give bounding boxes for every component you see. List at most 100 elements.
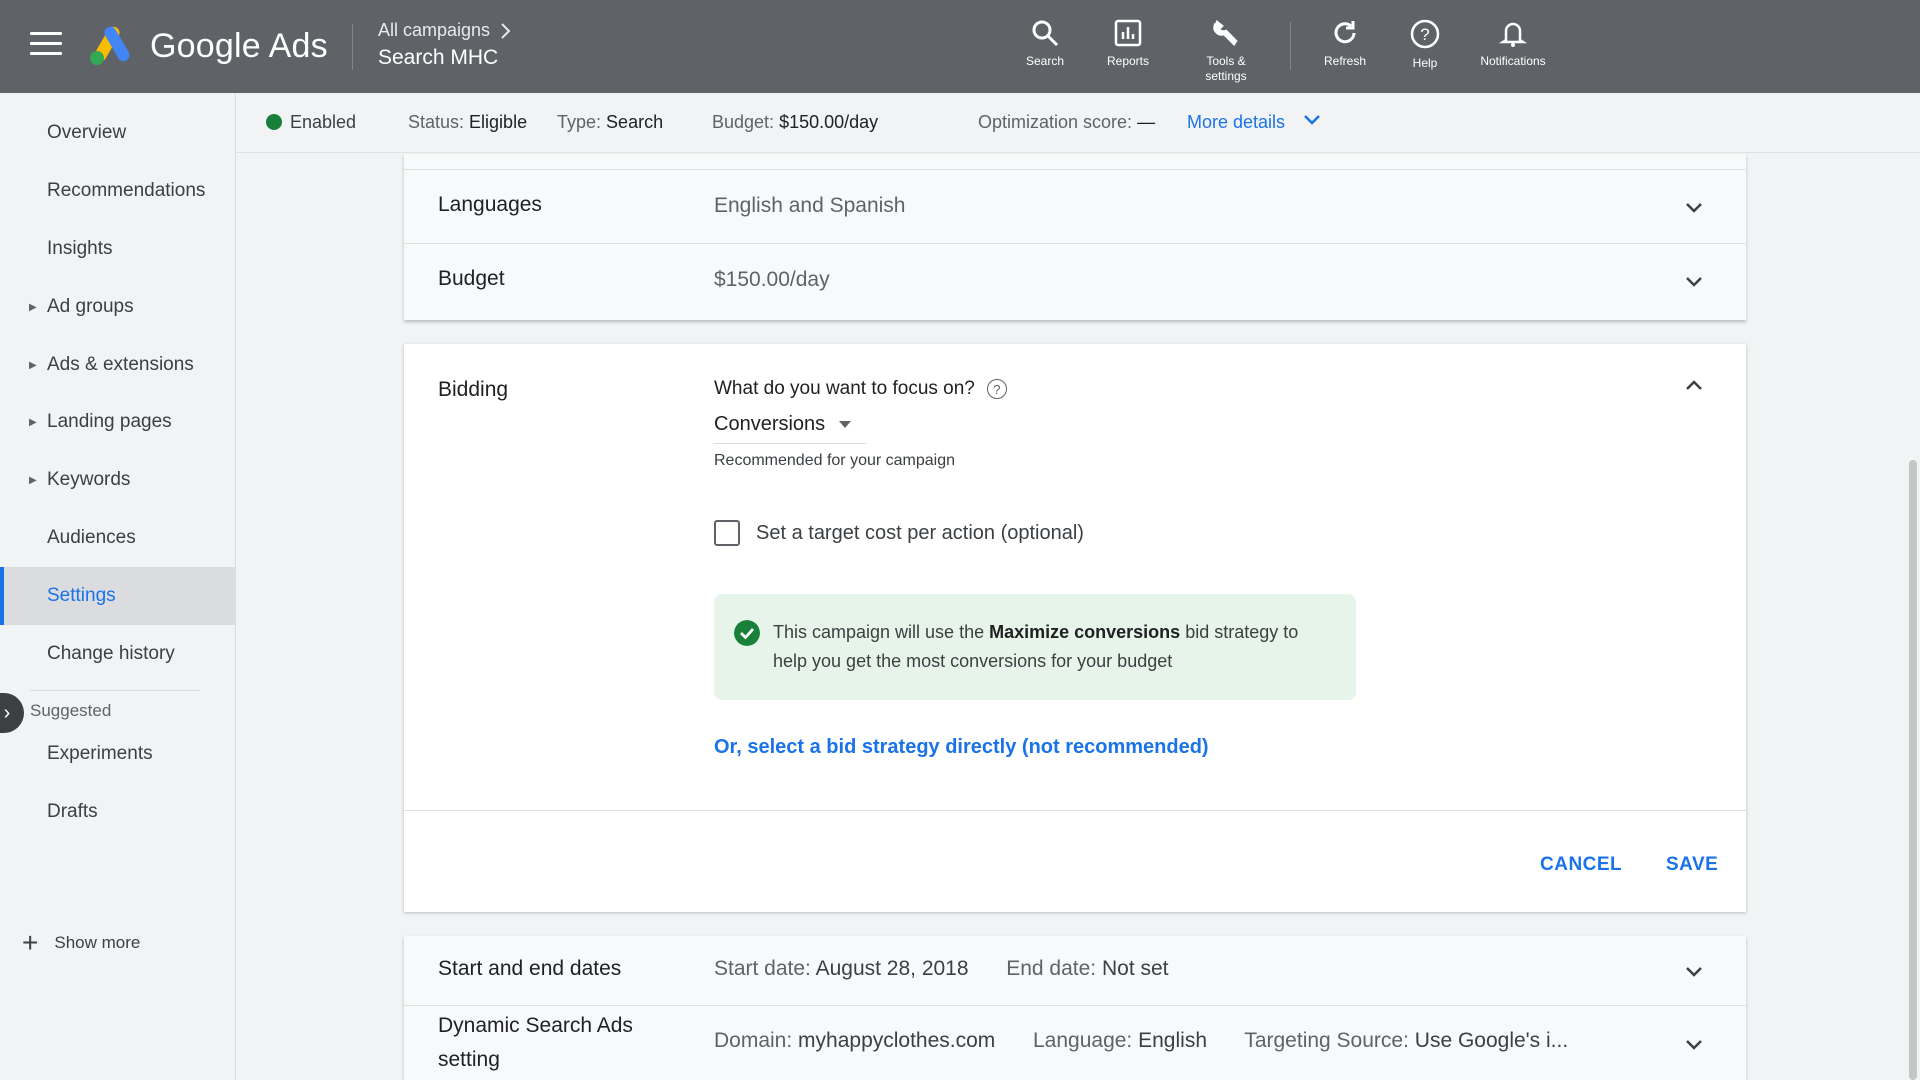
bell-icon [1498, 22, 1528, 47]
header-divider [352, 24, 353, 70]
previous-row-edge [404, 154, 1746, 170]
status-field: Status: Eligible [408, 112, 527, 133]
settings-panel-bottom: Start and end dates Start date: August 2… [404, 936, 1746, 1080]
sidebar-item-overview[interactable]: Overview [0, 104, 235, 162]
sidebar-item-settings[interactable]: Settings [0, 567, 235, 625]
campaign-state[interactable]: Enabled [266, 112, 356, 133]
chevron-right-icon [501, 22, 511, 39]
wrench-icon [1213, 19, 1238, 46]
refresh-tool-button[interactable]: Refresh [1300, 18, 1390, 69]
optimization-score-value: — [1137, 112, 1156, 132]
languages-row[interactable]: Languages English and Spanish [404, 170, 1746, 244]
focus-dropdown-value: Conversions [714, 413, 826, 435]
info-text-prefix: This campaign will use the [773, 622, 990, 642]
sidebar-item-keywords[interactable]: ▶ Keywords [0, 451, 235, 509]
bidding-title: Bidding [438, 378, 509, 401]
campaign-state-label: Enabled [290, 112, 357, 132]
targeting-source-value: Use Google's i... [1414, 1029, 1569, 1052]
chevron-down-icon[interactable] [1682, 269, 1706, 293]
bidding-divider [404, 810, 1746, 811]
sidebar-item-experiments[interactable]: Experiments [0, 725, 235, 783]
cancel-button[interactable]: CANCEL [1540, 854, 1622, 876]
domain-label: Domain: [714, 1029, 793, 1052]
scrollbar-thumb[interactable] [1909, 460, 1917, 1080]
checkbox-icon[interactable] [714, 520, 740, 546]
sidebar-item-drafts[interactable]: Drafts [0, 783, 235, 841]
svg-text:?: ? [1420, 25, 1429, 44]
targeting-source-label: Targeting Source: [1244, 1029, 1409, 1052]
type-label: Type: [557, 112, 602, 132]
plus-icon: + [22, 927, 39, 958]
sidebar-divider [30, 690, 200, 691]
chevron-down-icon[interactable] [1682, 195, 1706, 219]
recommended-note: Recommended for your campaign [714, 452, 956, 469]
expand-caret-icon[interactable]: ▶ [29, 475, 37, 486]
target-cpa-label: Set a target cost per action (optional) [756, 521, 1084, 544]
help-circle-icon[interactable]: ? [986, 379, 1007, 399]
check-circle-icon [734, 620, 760, 646]
start-end-dates-row[interactable]: Start and end dates Start date: August 2… [404, 936, 1746, 1006]
sidebar-item-audiences[interactable]: Audiences [0, 509, 235, 567]
dates-label: Start and end dates [438, 957, 622, 980]
more-details-link[interactable]: More details [1187, 112, 1322, 133]
tools-settings-label: Tools & settings [1205, 54, 1247, 83]
sidebar-item-landing-pages[interactable]: ▶ Landing pages [0, 393, 235, 451]
budget-row[interactable]: Budget $150.00/day [404, 244, 1746, 318]
budget-label: Budget: [712, 112, 775, 132]
sidebar-item-label: Experiments [47, 743, 153, 764]
sidebar-item-ads-extensions[interactable]: ▶ Ads & extensions [0, 336, 235, 394]
help-tool-label: Help [1412, 56, 1438, 70]
hamburger-menu-icon[interactable] [30, 32, 62, 60]
reports-tool-label: Reports [1106, 54, 1150, 68]
chevron-up-icon[interactable] [1682, 374, 1706, 398]
main-content: Languages English and Spanish Budget $15… [236, 154, 1920, 1080]
dsa-language-value: English [1138, 1029, 1208, 1052]
end-date-label: End date: [1006, 957, 1097, 980]
target-cpa-checkbox[interactable]: Set a target cost per action (optional) [714, 520, 1084, 546]
campaign-status-bar: Enabled Status: Eligible Type: Search Bu… [236, 93, 1920, 153]
settings-panel-top: Languages English and Spanish Budget $15… [404, 154, 1746, 320]
expand-caret-icon[interactable]: ▶ [29, 417, 37, 428]
chevron-down-icon[interactable] [1682, 1032, 1706, 1056]
tools-divider [1290, 22, 1291, 70]
dropdown-arrow-icon [839, 421, 852, 428]
dates-value: Start date: August 28, 2018 End date: No… [714, 957, 1169, 981]
strategy-info-text: This campaign will use the Maximize conv… [773, 618, 1333, 676]
search-tool-button[interactable]: Search [1000, 18, 1090, 69]
strategy-info-box: This campaign will use the Maximize conv… [714, 594, 1356, 700]
sidebar-item-recommendations[interactable]: Recommendations [0, 162, 235, 220]
start-date-value: August 28, 2018 [815, 957, 969, 980]
sidebar: Overview Recommendations Insights ▶ Ad gr… [0, 93, 236, 1080]
show-more-label: Show more [54, 933, 141, 952]
sidebar-item-label: Landing pages [47, 411, 172, 432]
dynamic-search-ads-row[interactable]: Dynamic Search Ads setting Domain: myhap… [404, 1006, 1746, 1080]
status-dot-icon [266, 114, 282, 130]
dsa-label: Dynamic Search Ads setting [438, 1009, 633, 1077]
sidebar-item-change-history[interactable]: Change history [0, 625, 235, 683]
expand-caret-icon[interactable]: ▶ [29, 360, 37, 371]
show-more-button[interactable]: + Show more [22, 927, 141, 958]
sidebar-item-insights[interactable]: Insights [0, 220, 235, 278]
info-text-strategy: Maximize conversions [989, 622, 1181, 642]
sidebar-item-label: Drafts [47, 801, 98, 822]
sidebar-item-label: Change history [47, 643, 175, 664]
tools-settings-button[interactable]: Tools & settings [1181, 18, 1271, 84]
languages-value: English and Spanish [714, 194, 906, 217]
sidebar-item-label: Ads & extensions [47, 354, 194, 375]
campaign-name: Search MHC [378, 46, 499, 69]
brand-name: Google Ads [150, 27, 328, 65]
breadcrumb[interactable]: All campaigns [378, 20, 512, 41]
expand-caret-icon[interactable]: ▶ [29, 302, 37, 313]
reports-tool-button[interactable]: Reports [1083, 18, 1173, 69]
focus-dropdown[interactable]: Conversions [714, 406, 866, 444]
help-tool-button[interactable]: ? Help [1380, 18, 1470, 71]
breadcrumb-all-campaigns[interactable]: All campaigns [378, 20, 490, 41]
save-button[interactable]: SAVE [1666, 854, 1718, 876]
sidebar-item-ad-groups[interactable]: ▶ Ad groups [0, 278, 235, 336]
chevron-down-icon[interactable] [1682, 959, 1706, 983]
sidebar-item-label: Overview [47, 122, 127, 143]
start-date-label: Start date: [714, 957, 811, 980]
notifications-tool-button[interactable]: Notifications [1468, 18, 1558, 69]
select-bid-strategy-link[interactable]: Or, select a bid strategy directly (not … [714, 736, 1209, 759]
sidebar-item-label: Audiences [47, 527, 136, 548]
